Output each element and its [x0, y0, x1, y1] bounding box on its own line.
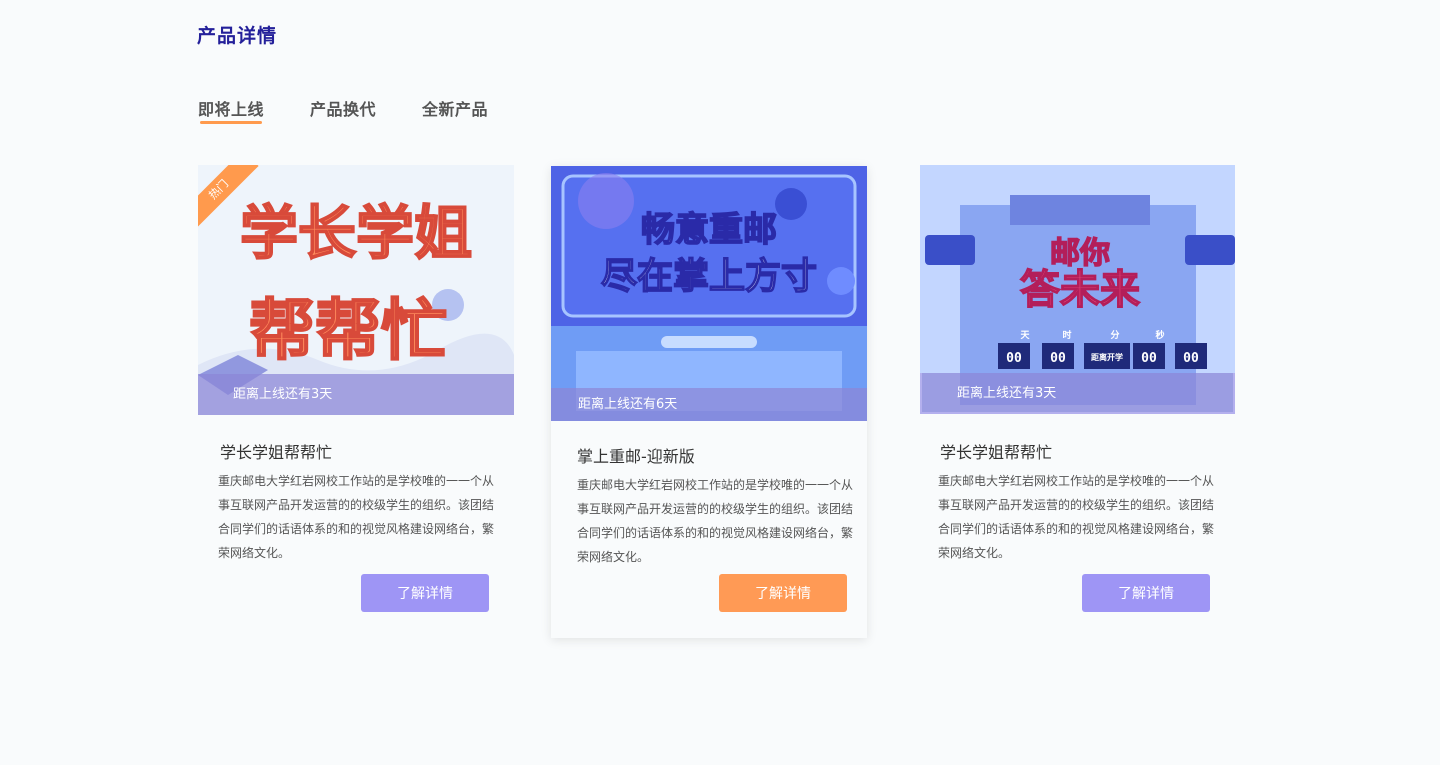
banner-art-text: 畅意重邮: [641, 210, 777, 250]
banner-timer-digits: 00: [1006, 351, 1022, 366]
product-card: 学长学姐 帮帮忙 热门 距离上线还有3天 学长学姐帮帮忙 重庆邮电大学红岩网校工…: [198, 165, 514, 615]
tab-coming-soon[interactable]: 即将上线: [198, 96, 265, 124]
tab-product-upgrade[interactable]: 产品换代: [310, 96, 376, 120]
banner-timer-label: 分: [1110, 329, 1119, 341]
tab-bar: 即将上线 产品换代 全新产品: [198, 96, 534, 124]
learn-more-button[interactable]: 了解详情: [719, 574, 847, 612]
banner-timer-caption: 距离开学: [1091, 352, 1123, 362]
banner-timer-digits: 00: [1141, 351, 1157, 366]
learn-more-button[interactable]: 了解详情: [1082, 574, 1210, 612]
banner-timer-label: 时: [1062, 329, 1071, 341]
banner-timer-label: 秒: [1155, 329, 1164, 341]
banner-art-text: 尽在掌上方寸: [601, 256, 817, 297]
banner-timer-digits: 00: [1050, 351, 1066, 366]
card-title: 学长学姐帮帮忙: [220, 443, 333, 462]
card-title: 掌上重邮-迎新版: [577, 447, 695, 466]
card-description: 重庆邮电大学红岩网校工作站的是学校唯的一一个从事互联网产品开发运营的的校级学生的…: [577, 478, 854, 564]
banner-art-text: 帮帮忙: [249, 292, 447, 369]
product-banner-image[interactable]: 邮你 答未来 天 时 分 秒 00 00 距离开学 00 00 距离上线还有3天: [920, 165, 1235, 414]
product-details-page: 产品详情 即将上线 产品换代 全新产品 学长学姐 帮帮忙 热门 距离上线还有3天: [0, 0, 1440, 765]
active-tab-underline: [200, 121, 263, 124]
product-card: 邮你 答未来 天 时 分 秒 00 00 距离开学 00 00 距离上线还有3天…: [920, 165, 1236, 615]
card-description: 重庆邮电大学红岩网校工作站的是学校唯的一一个从事互联网产品开发运营的的校级学生的…: [218, 474, 495, 560]
banner-timer-label: 天: [1020, 330, 1030, 341]
product-banner-image[interactable]: 畅意重邮 尽在掌上方寸 距离上线还有6天: [551, 166, 867, 421]
tab-label: 产品换代: [310, 100, 377, 119]
learn-more-button[interactable]: 了解详情: [361, 574, 489, 612]
banner-art-text: 答未来: [1020, 267, 1140, 313]
countdown-label: 距离上线还有6天: [551, 388, 867, 421]
tab-label: 即将上线: [198, 100, 265, 119]
product-card-featured: 畅意重邮 尽在掌上方寸 距离上线还有6天 掌上重邮-迎新版 重庆邮电大学红岩网校…: [551, 166, 867, 638]
banner-art-text: 学长学姐: [240, 199, 472, 267]
banner-illustration: 畅意重邮 尽在掌上方寸: [551, 166, 867, 421]
tab-new-products[interactable]: 全新产品: [422, 96, 488, 120]
countdown-label: 距离上线还有3天: [920, 373, 1235, 414]
banner-art-text: 邮你: [1050, 236, 1110, 271]
card-description: 重庆邮电大学红岩网校工作站的是学校唯的一一个从事互联网产品开发运营的的校级学生的…: [938, 474, 1215, 560]
product-banner-image[interactable]: 学长学姐 帮帮忙 热门 距离上线还有3天: [198, 165, 514, 415]
countdown-label: 距离上线还有3天: [198, 374, 514, 415]
tab-label: 全新产品: [422, 100, 489, 119]
banner-timer-digits: 00: [1183, 351, 1199, 366]
section-title: 产品详情: [197, 25, 278, 47]
card-title: 学长学姐帮帮忙: [940, 443, 1053, 462]
